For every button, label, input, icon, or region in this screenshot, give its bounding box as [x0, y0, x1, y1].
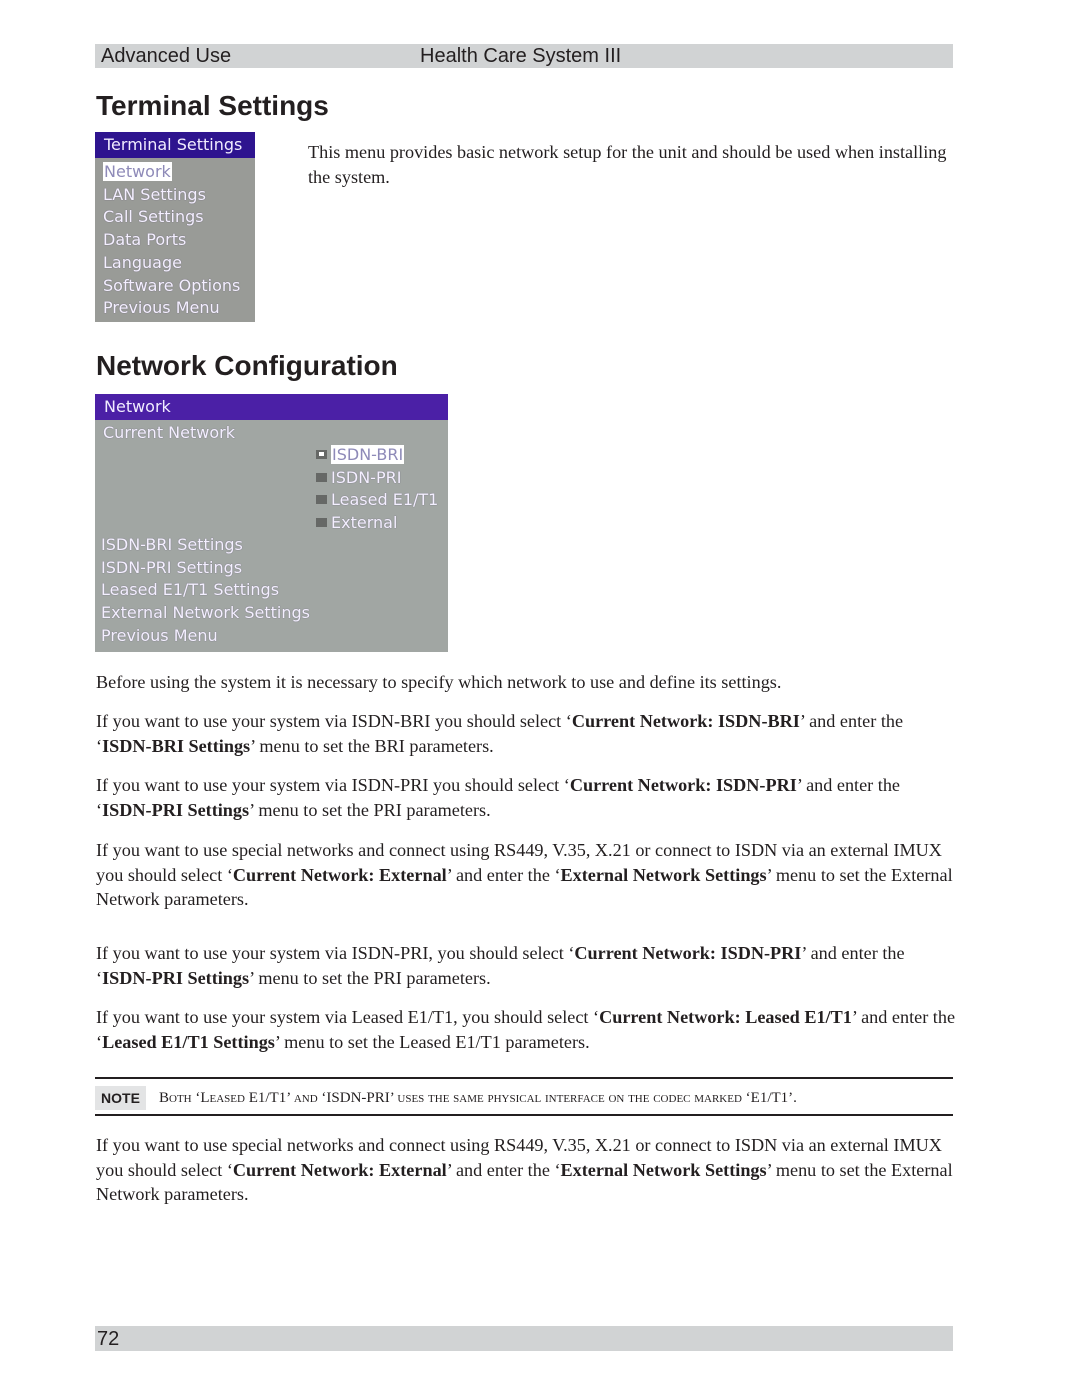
network-option-isdn-bri: ISDN-BRI [316, 444, 405, 467]
header-section: Advanced Use [101, 45, 232, 67]
radio-selected-icon [316, 450, 327, 459]
note-label: NOTE [95, 1086, 146, 1110]
page-number: 72 [97, 1328, 120, 1350]
paragraph-isdn-bri: If you want to use your system via ISDN-… [96, 711, 904, 756]
menu-item-call-settings: Call Settings [103, 207, 204, 227]
option-label: ISDN-PRI [331, 467, 402, 487]
menu-item-software-options: Software Options [103, 275, 241, 295]
option-label: External [331, 513, 398, 533]
menu-item-isdn-pri-settings: ISDN-PRI Settings [101, 557, 243, 577]
note-top-rule [95, 1077, 953, 1079]
running-header: Advanced Use Health Care System III [95, 44, 953, 68]
menu-item-previous-menu: Previous Menu [103, 298, 220, 318]
network-configuration-heading: Network Configuration [96, 350, 398, 381]
network-option-leased-e1-t1: Leased E1/T1 [316, 489, 438, 512]
radio-unselected-icon [316, 495, 327, 505]
menu-item-network: Network [95, 161, 255, 184]
paragraph-external: If you want to use special networks and … [96, 840, 953, 909]
network-option-external: External [316, 512, 397, 535]
menu-item-current-network: Current Network [103, 423, 235, 442]
network-submenu-list: ISDN-BRI Settings ISDN-PRI Settings Leas… [93, 534, 310, 648]
menu-item-previous-menu: Previous Menu [101, 625, 218, 645]
header-product: Health Care System III [420, 45, 622, 67]
network-option-isdn-pri: ISDN-PRI [316, 467, 401, 490]
radio-unselected-icon [316, 518, 327, 528]
network-menu-screenshot: Network Current Network ISDN-BRI ISDN-PR… [95, 394, 448, 652]
paragraph-intro: Before using the system it is necessary … [96, 672, 782, 692]
running-footer: 72 [95, 1326, 953, 1351]
option-label: Leased E1/T1 [331, 490, 439, 510]
note-text: Both ‘Leased E1/T1’ and ‘ISDN-PRI’ uses … [159, 1090, 797, 1106]
terminal-settings-description: This menu provides basic network setup f… [308, 142, 947, 187]
paragraph-isdn-pri-2: If you want to use your system via ISDN-… [96, 943, 905, 988]
menu-title: Network [95, 394, 448, 420]
menu-item-leased-e1-t1-settings: Leased E1/T1 Settings [101, 580, 280, 600]
menu-item-lan-settings: LAN Settings [103, 184, 206, 204]
terminal-settings-heading: Terminal Settings [96, 90, 329, 121]
paragraph-leased-e1-t1: If you want to use your system via Lease… [96, 1007, 956, 1052]
paragraph-external-2: If you want to use special networks and … [96, 1135, 953, 1204]
terminal-settings-menu-screenshot: Terminal Settings Network LAN Settings C… [95, 132, 255, 322]
menu-list: Network LAN Settings Call Settings Data … [95, 158, 255, 320]
paragraph-isdn-pri: If you want to use your system via ISDN-… [96, 775, 900, 820]
menu-item-language: Language [103, 252, 182, 272]
menu-item-label: Network [103, 162, 172, 181]
radio-unselected-icon [316, 472, 327, 482]
menu-item-data-ports: Data Ports [103, 230, 187, 250]
menu-item-isdn-bri-settings: ISDN-BRI Settings [101, 535, 243, 554]
option-label: ISDN-BRI [331, 445, 405, 464]
menu-item-external-network-settings: External Network Settings [101, 603, 310, 623]
menu-title: Terminal Settings [95, 132, 255, 158]
note-bottom-rule [95, 1114, 953, 1116]
